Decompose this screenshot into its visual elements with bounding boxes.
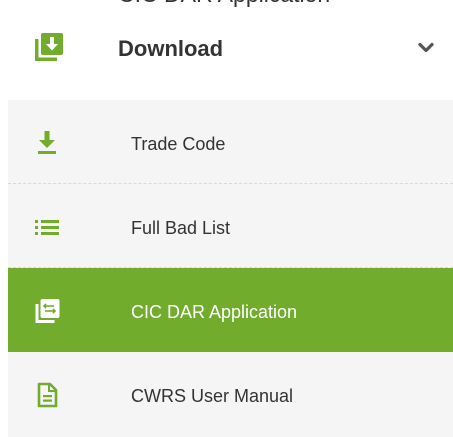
download-section-header[interactable]: Download xyxy=(0,20,453,84)
menu-item-cwrs-user-manual[interactable]: CWRS User Manual xyxy=(8,352,453,436)
menu-item-trade-code[interactable]: Trade Code xyxy=(8,100,453,184)
document-icon xyxy=(34,382,60,408)
sidebar-panel: CIC DAR Application Download xyxy=(0,0,453,437)
menu-item-full-bad-list[interactable]: Full Bad List xyxy=(8,184,453,268)
list-icon xyxy=(34,214,60,240)
menu-item-cic-dar-application[interactable]: CIC DAR Application xyxy=(8,268,453,352)
section-label: Download xyxy=(118,36,224,61)
download-submenu: Trade Code Full Bad List CIC DAR Applica… xyxy=(8,100,453,437)
transfer-window-icon xyxy=(34,298,60,324)
menu-item-label: Trade Code xyxy=(131,134,226,154)
menu-item-label: CIC DAR Application xyxy=(131,302,298,322)
download-arrow-icon xyxy=(34,130,60,156)
menu-item-label: CWRS User Manual xyxy=(131,386,294,406)
partial-menu-label[interactable]: CIC DAR Application xyxy=(118,0,330,8)
chevron-down-icon[interactable] xyxy=(418,41,434,53)
menu-item-label: Full Bad List xyxy=(131,218,231,238)
download-box-icon xyxy=(34,32,64,62)
